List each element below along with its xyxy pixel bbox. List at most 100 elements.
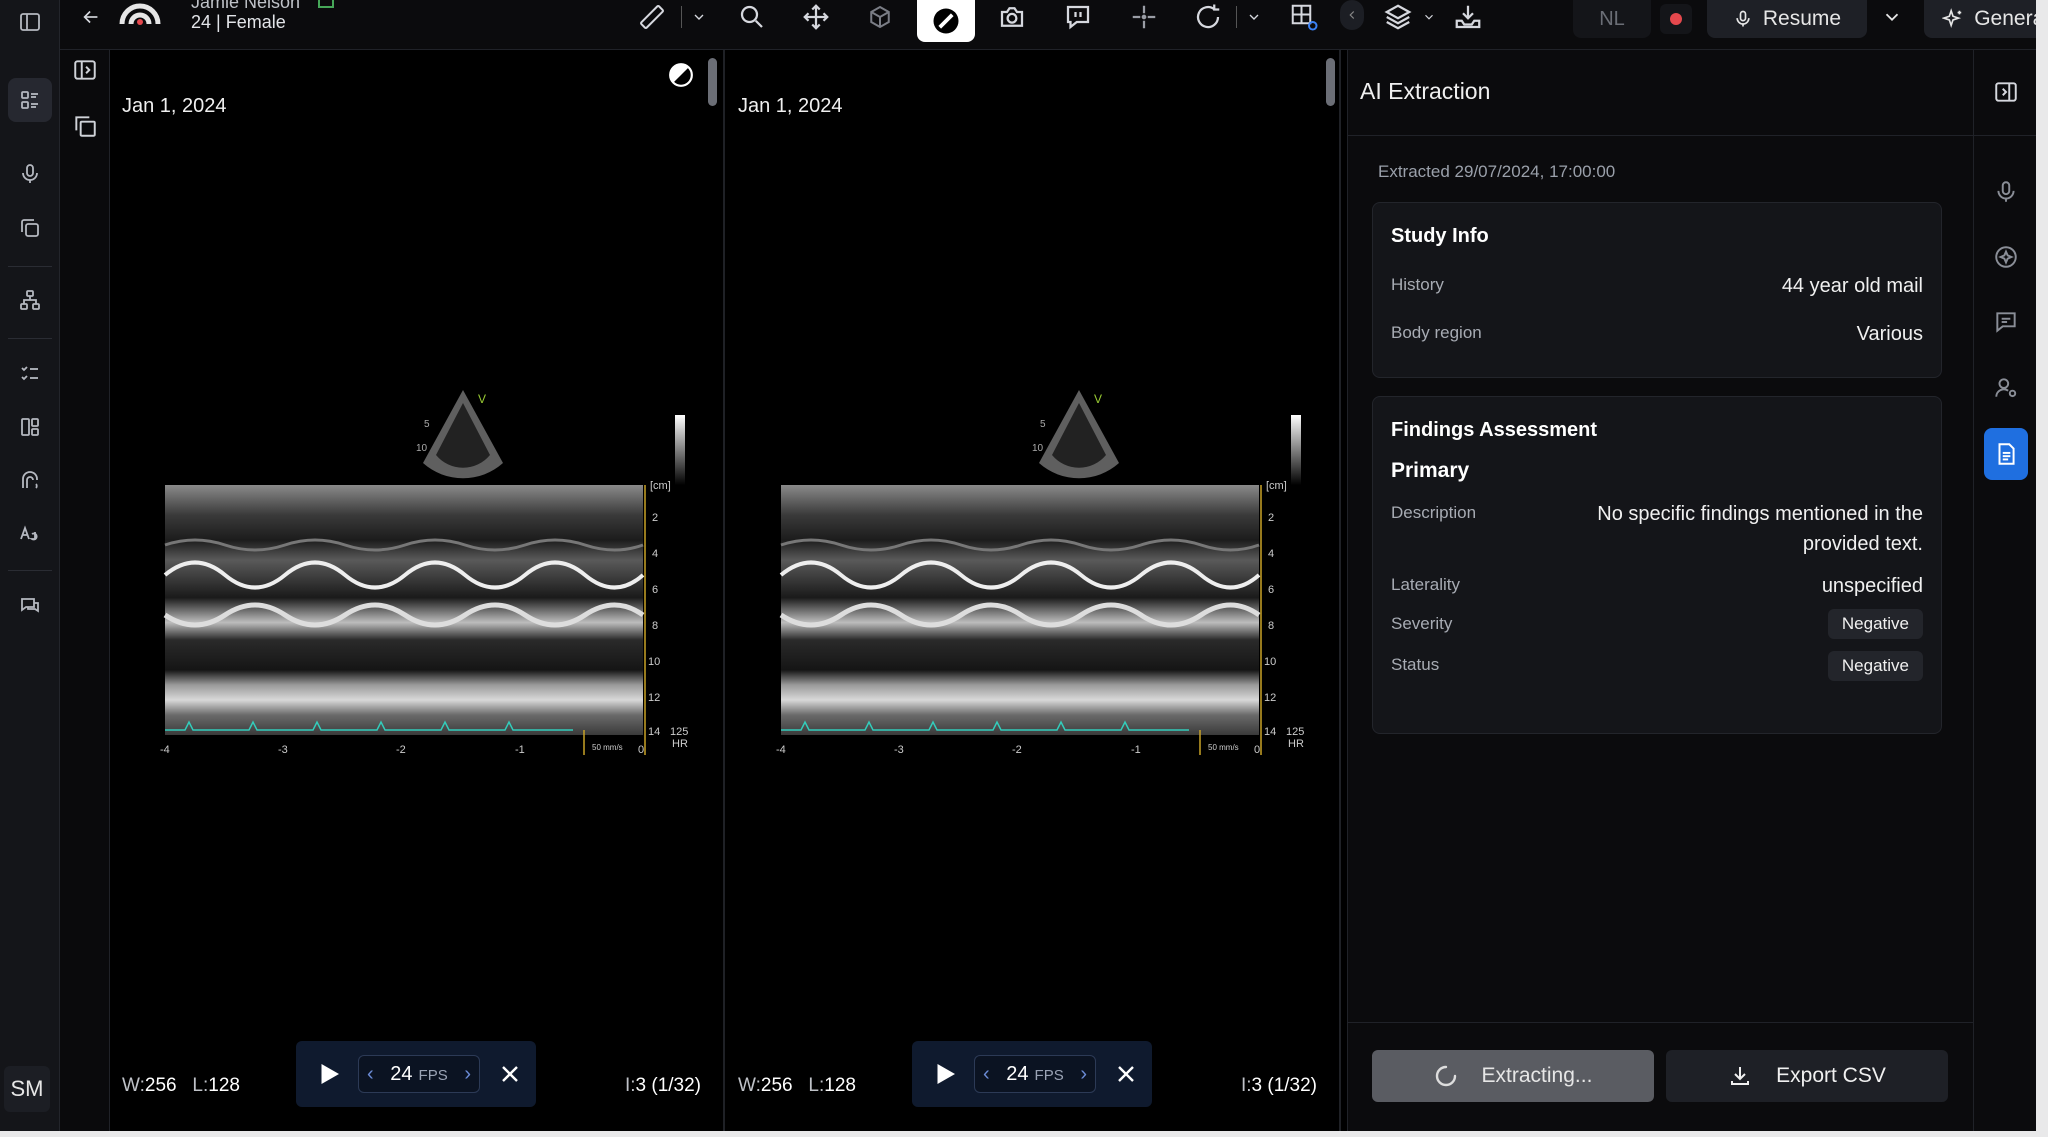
crosshair-icon[interactable] <box>1124 0 1164 34</box>
top-toolbar: Jamie Nelson 24 | Female NL Resume Gener… <box>60 0 2048 50</box>
sidebar-toggle-icon[interactable] <box>8 0 52 44</box>
study-date: Jan 1, 2024 <box>738 95 843 117</box>
chevron-left-icon[interactable]: ‹ <box>367 1063 374 1086</box>
export-label: Export CSV <box>1776 1064 1886 1087</box>
copy-series-icon[interactable] <box>8 206 52 250</box>
resume-button[interactable]: Resume <box>1707 0 1867 38</box>
svg-text:12: 12 <box>648 692 660 704</box>
play-icon[interactable] <box>930 1059 960 1089</box>
rotate-icon[interactable] <box>1188 0 1228 34</box>
download-icon <box>1731 1067 1750 1085</box>
chevron-left-icon[interactable]: ‹ <box>983 1063 990 1086</box>
svg-text:2: 2 <box>1268 512 1274 524</box>
close-icon[interactable] <box>498 1062 522 1086</box>
contrast-icon[interactable] <box>668 62 694 88</box>
description-line-2: provided text. <box>1802 533 1923 555</box>
close-icon[interactable] <box>1114 1062 1138 1086</box>
ai-assist-icon[interactable] <box>1984 235 2028 279</box>
svg-text:-1: -1 <box>515 744 525 756</box>
study-info-card: Study Info History 44 year old mail Body… <box>1372 202 1942 378</box>
camera-icon[interactable] <box>992 0 1032 34</box>
svg-text:0: 0 <box>1254 744 1260 756</box>
scrollbar[interactable] <box>708 58 717 106</box>
fps-value: 24 <box>1006 1062 1029 1085</box>
cine-player: ‹ 24 FPS › <box>296 1041 536 1107</box>
svg-text:4: 4 <box>652 548 658 560</box>
microphone-icon <box>1736 10 1750 27</box>
body-region-value: Various <box>1856 323 1923 345</box>
viewport-2[interactable]: Jan 1, 2024 V 5 10 [cm] 246 8 10 12 14 1… <box>726 50 1341 1137</box>
microphone-icon[interactable] <box>1984 170 2028 214</box>
microphone-icon[interactable] <box>8 152 52 196</box>
record-dot-icon <box>1670 13 1682 25</box>
download-tray-icon[interactable] <box>1450 0 1486 34</box>
severity-badge: Negative <box>1827 609 1923 639</box>
extracting-button[interactable]: Extracting... <box>1372 1050 1654 1102</box>
fps-stepper[interactable]: ‹ 24 FPS › <box>974 1055 1096 1093</box>
status-badge: Negative <box>1827 651 1923 681</box>
duplicate-icon[interactable] <box>69 110 101 142</box>
extracted-timestamp: Extracted 29/07/2024, 17:00:00 <box>1378 162 1616 181</box>
chevron-down-icon[interactable] <box>1420 0 1438 34</box>
svg-text:[cm]: [cm] <box>1266 480 1287 492</box>
text-size-icon[interactable] <box>8 511 52 555</box>
layers-icon[interactable] <box>1378 0 1418 34</box>
chat-icon[interactable] <box>8 584 52 628</box>
panel-title: AI Extraction <box>1360 78 1491 104</box>
brand-logo-icon <box>119 3 161 25</box>
fps-stepper[interactable]: ‹ 24 FPS › <box>358 1055 480 1093</box>
report-document-icon[interactable] <box>1984 428 2028 480</box>
voice-icon[interactable] <box>8 458 52 502</box>
svg-text:-2: -2 <box>396 744 406 756</box>
svg-text:10: 10 <box>648 656 660 668</box>
chevron-right-icon[interactable]: › <box>1080 1063 1087 1086</box>
hierarchy-icon[interactable] <box>8 278 52 322</box>
patient-meta: 24 | Female <box>191 12 286 32</box>
laterality-label: Laterality <box>1391 575 1460 594</box>
user-avatar[interactable]: SM <box>4 1066 50 1112</box>
checklist-icon[interactable] <box>8 352 52 396</box>
play-icon[interactable] <box>314 1059 344 1089</box>
worklist-icon[interactable] <box>8 78 52 122</box>
viewport-1[interactable]: Jan 1, 2024 V 5 10 [cm] 246 8 10 12 14 1… <box>110 50 725 1137</box>
svg-text:V: V <box>478 392 486 406</box>
grid-settings-icon[interactable] <box>1282 0 1326 34</box>
scrollbar[interactable] <box>1326 58 1335 106</box>
spinner-icon <box>1435 1065 1456 1087</box>
fps-unit: FPS <box>418 1066 448 1084</box>
svg-text:4: 4 <box>1268 548 1274 560</box>
window-level-readout: W:256 L:128 <box>738 1075 856 1096</box>
pan-icon[interactable] <box>796 0 836 34</box>
annotation-icon[interactable] <box>1058 0 1098 34</box>
image-index-readout: I:3 (1/32) <box>624 1075 701 1096</box>
nl-button[interactable]: NL <box>1573 0 1651 38</box>
status-label: Status <box>1391 655 1440 674</box>
user-settings-icon[interactable] <box>1984 366 2028 410</box>
export-csv-button[interactable]: Export CSV <box>1666 1050 1948 1102</box>
chevron-left-icon[interactable] <box>1340 0 1364 30</box>
back-arrow-icon[interactable] <box>76 0 106 34</box>
svg-text:HR: HR <box>672 738 688 750</box>
comments-icon[interactable] <box>1984 300 2028 344</box>
3d-rotate-icon[interactable] <box>860 0 900 34</box>
expand-panel-icon[interactable] <box>69 54 101 86</box>
svg-text:V: V <box>1094 392 1102 406</box>
laterality-value: unspecified <box>1821 575 1923 597</box>
record-button[interactable] <box>1660 4 1692 34</box>
ruler-icon[interactable] <box>632 0 672 34</box>
layout-icon[interactable] <box>8 405 52 449</box>
svg-text:8: 8 <box>1268 620 1274 632</box>
chevron-right-icon[interactable]: › <box>464 1063 471 1086</box>
fps-value: 24 <box>390 1062 413 1085</box>
chevron-down-icon[interactable] <box>1243 0 1265 34</box>
zoom-icon[interactable] <box>732 0 772 34</box>
viewport-tool-strip <box>60 50 110 1137</box>
window-level-icon[interactable] <box>917 0 975 42</box>
svg-text:0: 0 <box>638 744 644 756</box>
svg-text:10: 10 <box>1032 443 1044 454</box>
svg-text:[cm]: [cm] <box>650 480 671 492</box>
generate-button[interactable]: Generate <box>1924 0 2048 38</box>
chevron-down-icon[interactable] <box>688 0 710 34</box>
collapse-panel-icon[interactable] <box>1984 70 2028 114</box>
chevron-down-icon[interactable] <box>1870 0 1914 34</box>
